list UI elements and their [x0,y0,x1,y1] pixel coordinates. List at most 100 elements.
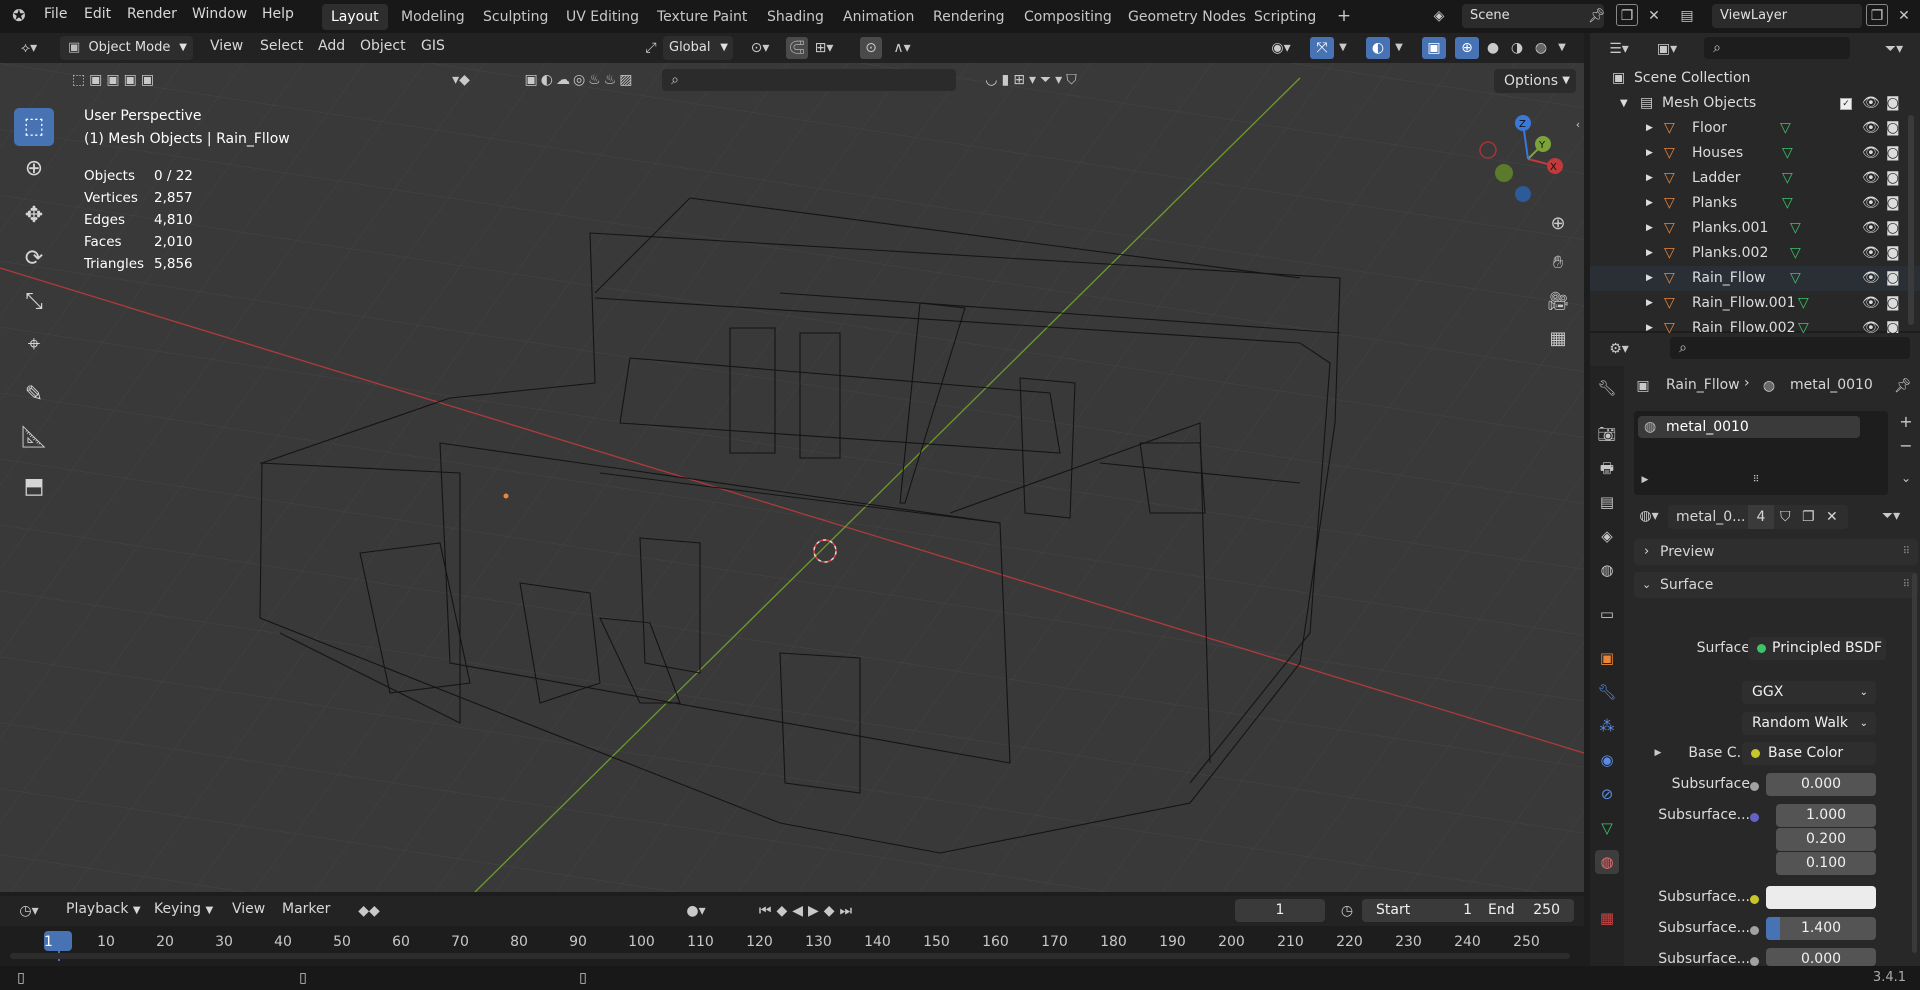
proportional-edit-icon[interactable]: ⊙ [860,37,882,59]
distribution-dropdown[interactable]: GGX ⌄ [1742,681,1876,704]
mode-dropdown[interactable]: ▣ Object Mode ▼ [60,36,193,60]
gizmo-neg-y[interactable] [1495,164,1513,182]
subsurface-ior-field[interactable]: 1.400 [1766,917,1876,940]
collection-row-mesh-objects[interactable]: ▼ ▤ Mesh Objects ✓ 👁︎ ◙ [1590,91,1920,116]
chevron-right-icon[interactable]: ▶ [1646,291,1653,316]
orientation-dropdown[interactable]: Global ▼ [663,36,733,60]
material-slot-item[interactable]: ◍ metal_0010 [1638,416,1860,438]
scale-tool[interactable]: ⤡ [14,283,54,321]
tab-sculpting[interactable]: Sculpting [474,4,557,30]
viewport-search-input[interactable]: ⌕ [662,69,956,91]
chevron-right-icon[interactable]: ▶ [1646,266,1653,291]
pivot-icon[interactable]: ⊙▾ [745,37,775,59]
mesh-data-icon[interactable]: ▽ [1782,141,1793,166]
timeline-scrollbar[interactable] [10,953,1570,959]
eye-icon[interactable]: 👁︎ [1862,141,1880,166]
constraints-tab-icon[interactable]: ⊘ [1595,782,1619,806]
display-mode-icon[interactable]: ▣▾ [1650,38,1684,60]
fake-user-icon[interactable]: ⛉ [1780,505,1791,529]
gizmo-toggle-icon[interactable]: ⤧ [1310,37,1334,59]
pan-hand-icon[interactable]: ✋︎ [1545,252,1571,274]
tab-rendering[interactable]: Rendering [924,4,1014,30]
chevron-down-icon[interactable]: ▼ [1555,37,1569,59]
mesh-data-icon[interactable]: ▽ [1790,241,1801,266]
camera-icon[interactable]: 🎥︎ [1545,291,1571,313]
record-icon[interactable]: ●▾ [678,900,714,922]
chevron-down-icon[interactable]: ⌄ [1896,467,1916,489]
solid-shading-icon[interactable]: ● [1481,37,1505,59]
eye-icon[interactable]: 👁︎ [1862,291,1880,316]
tab-compositing[interactable]: Compositing [1015,4,1121,30]
subsurface-aniso-field[interactable]: 0.000 [1766,948,1876,967]
outliner-item[interactable]: ▶ ▽ Rain_Fllow.001 ▽ 👁︎ ◙ [1590,291,1920,316]
stopwatch-icon[interactable]: ◷ [1336,900,1358,922]
material-browse-icon[interactable]: ◍▾ [1634,505,1664,527]
timeline-editor-icon[interactable]: ◷▾ [12,900,46,922]
overlays-toggle-icon[interactable]: ◐ [1366,37,1390,59]
camera-render-icon[interactable]: ◙ [1886,191,1900,216]
snap-icon[interactable]: 🧲︎ [786,37,808,59]
menu-file[interactable]: File [44,6,67,22]
mesh-data-icon[interactable]: ▽ [1782,191,1793,216]
scene-collection-row[interactable]: ▣ Scene Collection [1590,66,1920,91]
properties-search-input[interactable]: ⌕ [1670,337,1910,359]
material-slot-list[interactable]: ◍ metal_0010 ▶ ⠿ [1634,411,1888,495]
outliner-item[interactable]: ▶ ▽ Ladder ▽ 👁︎ ◙ [1590,166,1920,191]
tab-modeling[interactable]: Modeling [392,4,474,30]
subsurface-field[interactable]: 0.000 [1766,773,1876,796]
render-tab-icon[interactable]: 📷︎ [1595,422,1619,446]
properties-editor-icon[interactable]: ⚙▾ [1602,338,1636,360]
chevron-right-icon[interactable]: ▶ [1646,191,1653,216]
camera-render-icon[interactable]: ◙ [1886,141,1900,166]
vp-menu-add[interactable]: Add [318,38,345,54]
camera-render-icon[interactable]: ◙ [1886,291,1900,316]
keyframe-nav-icons[interactable]: ◆◆ [344,900,394,922]
unlink-icon[interactable]: ✕ [1826,505,1838,529]
annotate-tool[interactable]: ✎ [14,376,54,414]
end-frame-field[interactable]: End 250 [1474,899,1574,922]
zoom-icon[interactable]: ⊕ [1545,213,1571,235]
visibility-icon[interactable]: ◉▾ [1264,37,1298,59]
material-datablock[interactable]: metal_0... 4 ⛉ ❐ ✕ [1668,505,1848,529]
outliner-item[interactable]: ▶ ▽ Planks ▽ 👁︎ ◙ [1590,191,1920,216]
drag-handle-icon[interactable]: ⠿ [1903,539,1910,565]
chevron-right-icon[interactable]: ▶ [1646,116,1653,141]
vp-menu-view[interactable]: View [210,38,243,54]
camera-render-icon[interactable]: ◙ [1886,91,1900,116]
snap-target-icon[interactable]: ⊞▾ [810,37,838,59]
add-workspace-icon[interactable]: + [1334,5,1354,27]
outliner-item[interactable]: ▶ ▽ Rain_Fllow ▽ 👁︎ ◙ [1590,266,1920,291]
rendered-shading-icon[interactable]: ◍ [1529,37,1553,59]
tl-menu-view[interactable]: View [232,901,265,917]
transform-tool[interactable]: ⌖ [14,326,54,364]
subsurface-color-swatch[interactable] [1766,886,1876,909]
mesh-data-icon[interactable]: ▽ [1782,166,1793,191]
tab-animation[interactable]: Animation [834,4,923,30]
data-tab-icon[interactable]: ▽ [1595,816,1619,840]
camera-render-icon[interactable]: ◙ [1886,116,1900,141]
modifier-tab-icon[interactable]: 🔧︎ [1595,680,1619,704]
move-tool[interactable]: ✥ [14,197,54,235]
rotate-tool[interactable]: ⟳ [14,240,54,278]
eye-icon[interactable]: 👁︎ [1862,266,1880,291]
physics-tab-icon[interactable]: ◉ [1595,748,1619,772]
new-scene-icon[interactable]: ❐ [1616,4,1638,26]
options-dropdown[interactable]: Options ▼ [1494,69,1576,93]
material-tab-icon[interactable]: ◍ [1595,850,1619,874]
chevron-right-icon[interactable]: ▶ [1638,469,1652,491]
tab-shading[interactable]: Shading [758,4,833,30]
eye-icon[interactable]: 👁︎ [1862,191,1880,216]
playback-controls-icons[interactable]: ⏮◆◀▶◆⏭ [734,900,882,922]
tab-geometry-nodes[interactable]: Geometry Nodes [1119,4,1255,30]
3d-viewport[interactable]: X Y Z User Perspective (1) Mesh Objects … [0,63,1584,892]
eye-icon[interactable]: 👁︎ [1862,116,1880,141]
properties-scrollbar[interactable] [1912,573,1917,953]
tool-tab-icon[interactable]: 🔧︎ [1595,376,1619,400]
filter-icon[interactable]: ⏷▾ [1874,505,1908,527]
wireframe-shading-icon[interactable]: ⊕ [1455,37,1479,59]
outliner-item[interactable]: ▶ ▽ Floor ▽ 👁︎ ◙ [1590,116,1920,141]
particles-tab-icon[interactable]: ⁂ [1595,714,1619,738]
add-slot-icon[interactable]: + [1896,411,1916,433]
resize-handle-icon[interactable]: ⠿ [1746,469,1766,491]
camera-render-icon[interactable]: ◙ [1886,241,1900,266]
